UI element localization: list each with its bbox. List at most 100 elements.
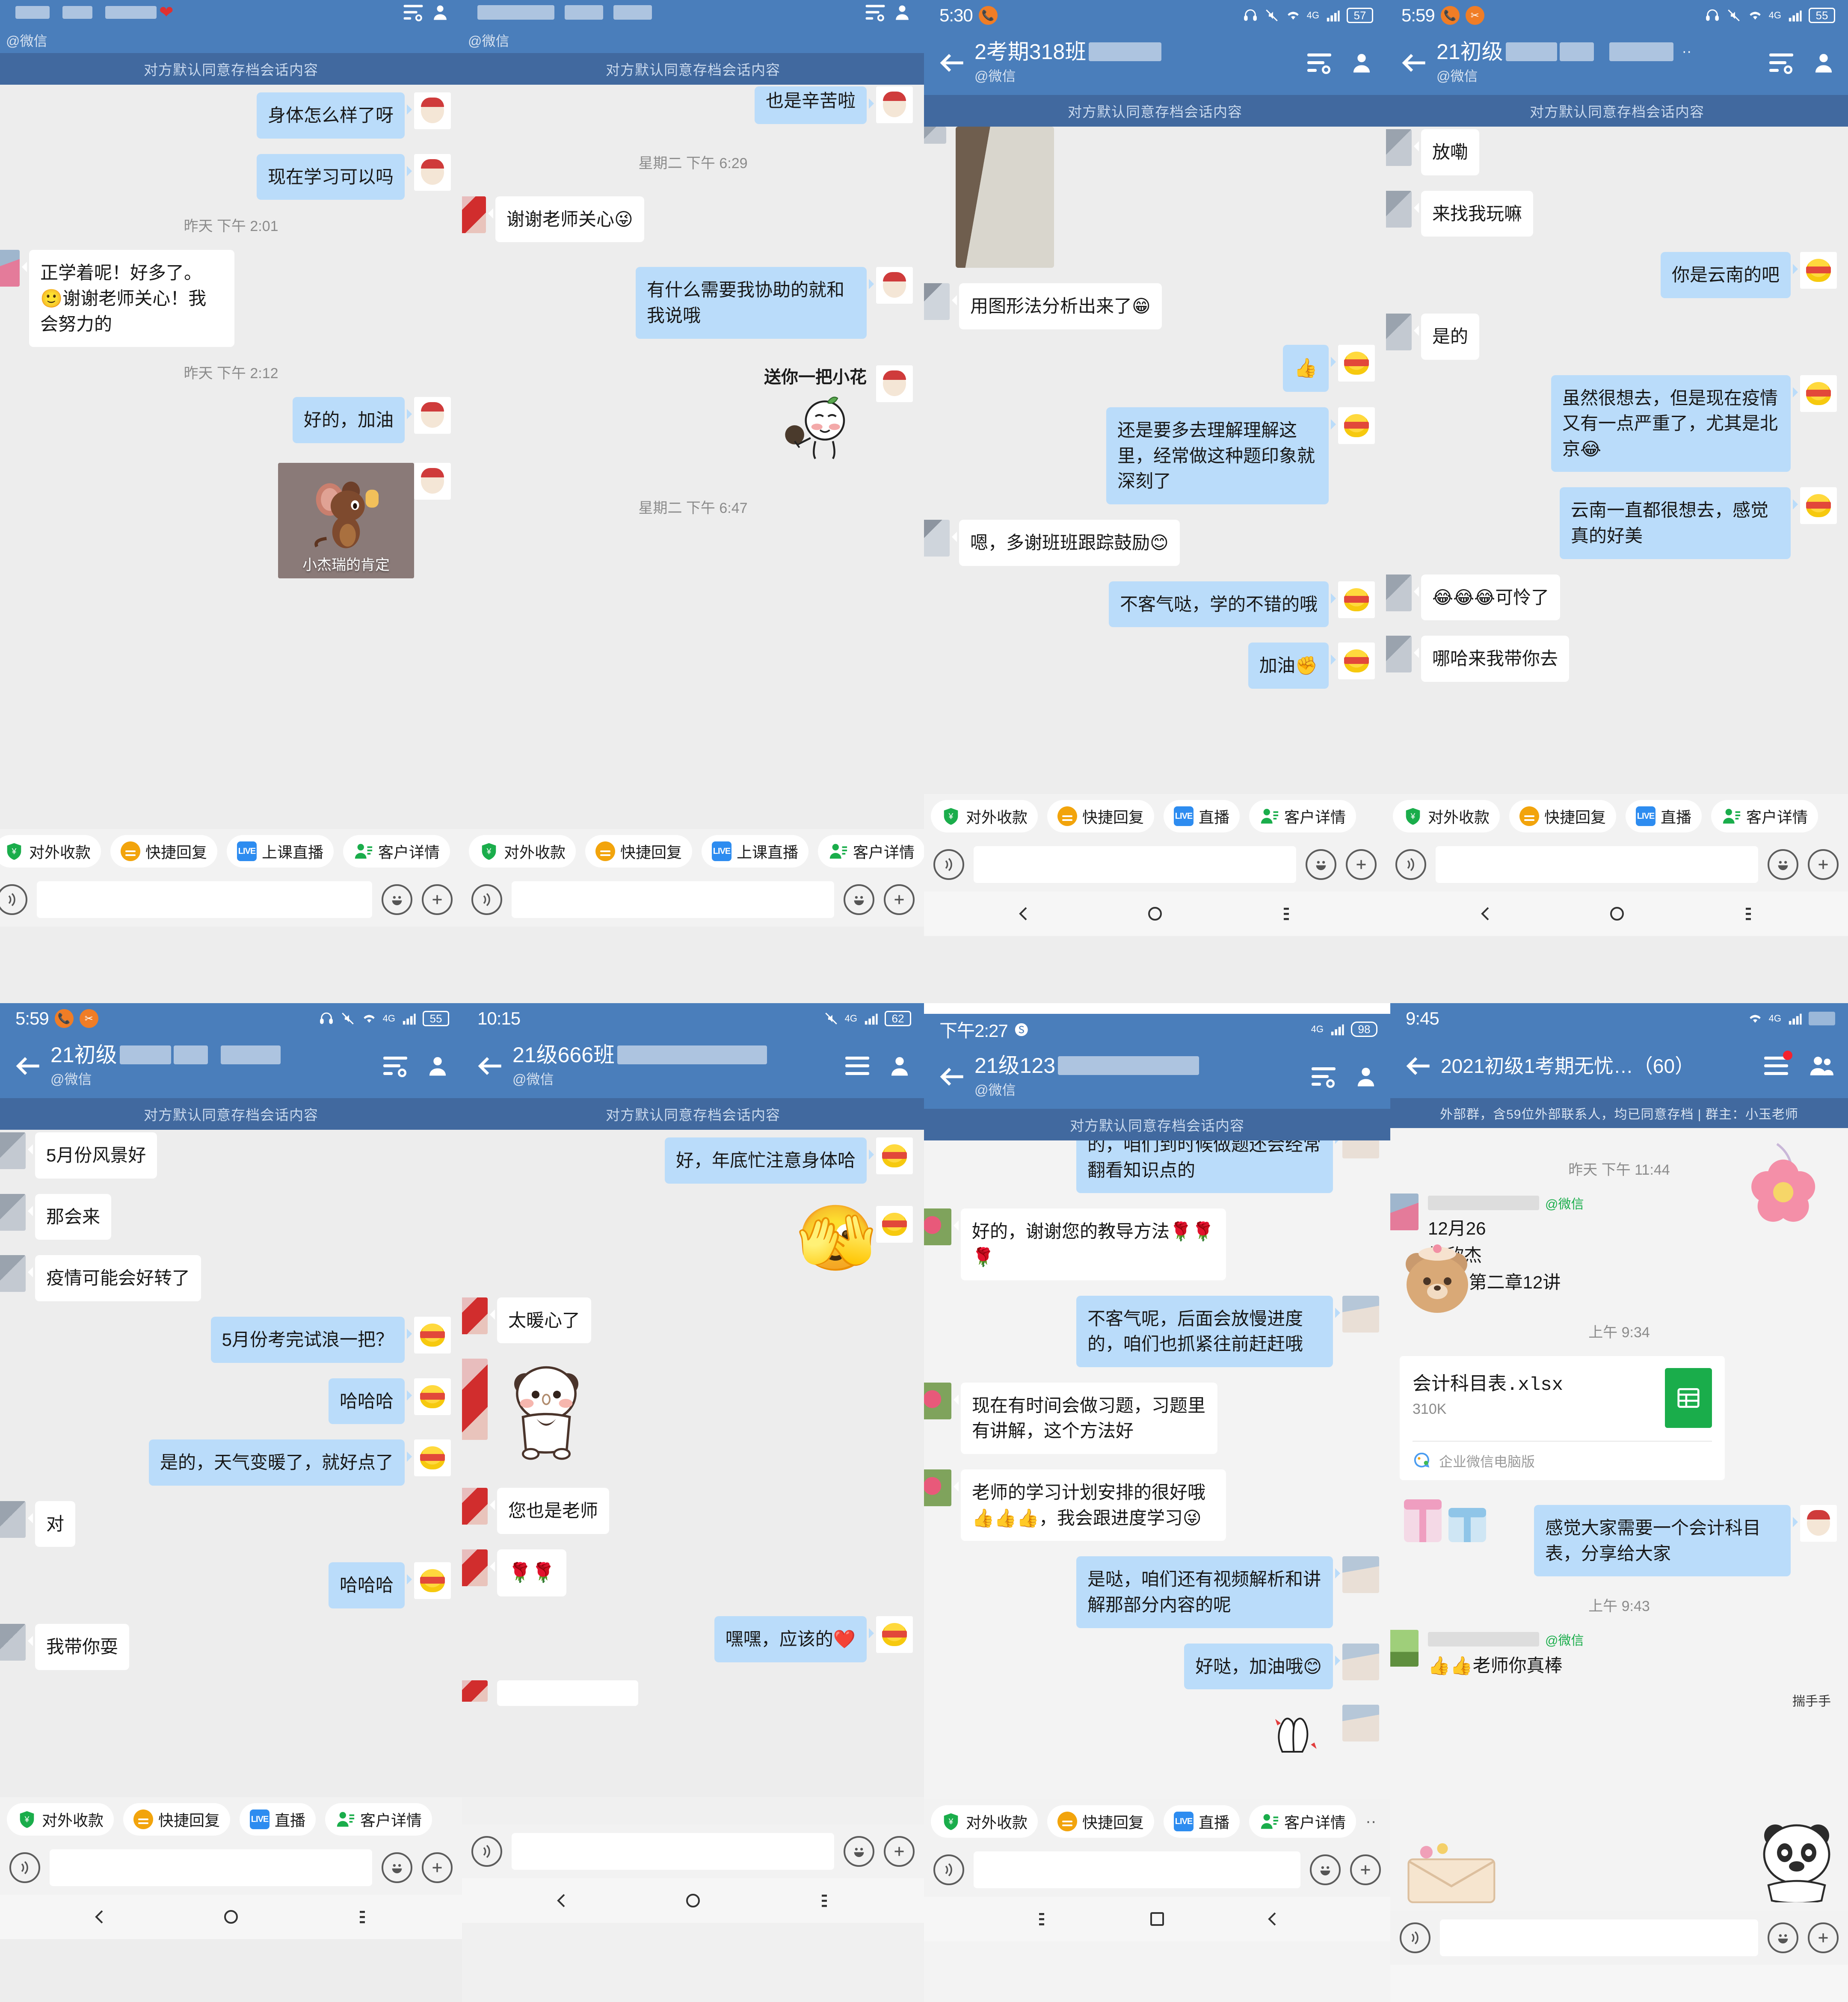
add-icon[interactable] <box>1808 849 1839 880</box>
quick-action-pay[interactable]: ¥ 对外收款 <box>469 835 576 868</box>
message-bubble[interactable]: 🌹🌹 <box>490 1549 566 1596</box>
sticker-message[interactable] <box>1260 1705 1333 1763</box>
chat-messages[interactable]: 用图形法分析出来了😁 👍 还是要多去理解理解这里，经常做这种题印象就深刻了 嗯，… <box>924 127 1386 794</box>
home-nav-icon[interactable] <box>221 1907 241 1927</box>
quick-action-pay[interactable]: ¥ 对外收款 <box>931 800 1038 832</box>
message-bubble[interactable]: 嘿嘿，应该的❤️ <box>714 1616 874 1662</box>
avatar[interactable] <box>1800 252 1837 289</box>
message-bubble[interactable]: 感觉大家需要一个会计科目表，分享给大家 <box>1534 1505 1798 1577</box>
back-icon[interactable] <box>1399 47 1430 79</box>
message-bubble[interactable]: 来找我玩嘛 <box>1413 190 1534 237</box>
chat-messages[interactable]: 5月份风景好 那会来 疫情可能会好转了 5月份考完试浪一把？ 哈哈哈 是的，天气… <box>0 1130 462 1797</box>
quick-action-live[interactable]: LIVE 直播 <box>240 1803 316 1836</box>
back-nav-icon[interactable] <box>1013 903 1034 924</box>
message-input[interactable] <box>512 881 834 918</box>
message-bubble[interactable]: 哪哈来我带你去 <box>1413 636 1570 682</box>
message-bubble[interactable]: 老师的学习计划安排的很好哦👍👍👍，我会跟进度学习😜 <box>954 1469 1226 1541</box>
avatar[interactable] <box>414 397 451 434</box>
message-bubble[interactable]: 好的，加油 <box>292 397 412 443</box>
message-bubble[interactable]: 嗯，多谢班班跟踪鼓励😊 <box>952 519 1180 566</box>
message-bubble[interactable]: 虽然很想去，但是现在疫情又有一点严重了，尤其是北京😂 <box>1551 375 1798 472</box>
message-bubble[interactable]: 好，年底忙注意身体哈 <box>664 1137 874 1184</box>
message-bubble[interactable]: 还是要多去理解理解这里，经常做这种题印象就深刻了 <box>1106 407 1336 504</box>
back-icon[interactable] <box>1403 1050 1435 1082</box>
voice-icon[interactable] <box>0 884 27 915</box>
back-icon[interactable] <box>475 1050 506 1082</box>
back-nav-icon[interactable] <box>551 1890 572 1911</box>
message-bubble[interactable]: 我带你耍 <box>27 1624 130 1670</box>
avatar[interactable] <box>1386 574 1412 611</box>
message-bubble[interactable]: 不客气哒，学的不错的哦 <box>1108 581 1336 628</box>
avatar[interactable] <box>414 1562 451 1599</box>
message-bubble[interactable]: 放嘞 <box>1413 129 1480 175</box>
sticker-message[interactable]: 揣手手 <box>1792 1693 1831 1711</box>
back-icon[interactable] <box>937 1061 968 1093</box>
message-bubble[interactable]: 那会来 <box>27 1194 112 1240</box>
chat-messages[interactable]: 昨天 下午 11:44 @微信 12月26 杨欣杰 实务 第二章12讲 上午 9… <box>1390 1128 1848 1911</box>
home-nav-icon[interactable] <box>1147 1909 1167 1929</box>
avatar[interactable] <box>1800 1505 1837 1542</box>
menu-nav-icon[interactable] <box>1031 1909 1052 1929</box>
message-bubble[interactable]: 您也是老师 <box>489 1487 610 1534</box>
avatar[interactable] <box>1338 581 1375 618</box>
chat-messages[interactable]: 身体怎么样了呀 现在学习可以吗 昨天 下午 2:01 正学着呢！好多了。🙂谢谢老… <box>0 85 462 829</box>
message-input[interactable] <box>974 846 1296 883</box>
avatar[interactable] <box>1800 375 1837 412</box>
message-bubble[interactable]: 现在有时间会做习题，习题里有讲解，这个方法好 <box>954 1382 1217 1454</box>
quick-action-pay[interactable]: ¥ 对外收款 <box>1393 800 1500 832</box>
message-bubble[interactable]: 加油✊ <box>1248 643 1336 689</box>
chat-options-icon[interactable] <box>1307 53 1331 74</box>
avatar[interactable] <box>1342 1643 1379 1680</box>
meme-image[interactable]: 小杰瑞的肯定 <box>278 462 414 578</box>
menu-nav-icon[interactable] <box>814 1890 835 1911</box>
message-bubble[interactable]: 现在学习可以吗 <box>256 154 412 200</box>
contact-icon[interactable] <box>431 3 449 22</box>
avatar[interactable] <box>414 154 451 191</box>
message-image[interactable] <box>956 127 1054 268</box>
avatar[interactable] <box>462 1549 488 1586</box>
add-icon[interactable] <box>884 1836 915 1867</box>
add-icon[interactable] <box>884 884 915 915</box>
message-bubble[interactable]: 哈哈哈 <box>328 1378 412 1424</box>
avatar[interactable] <box>1386 313 1412 350</box>
avatar[interactable] <box>1390 1630 1419 1667</box>
message-bubble[interactable]: 谢谢老师关心😜 <box>488 196 644 243</box>
message-bubble[interactable]: 太暖心了 <box>489 1297 592 1344</box>
emoji-icon[interactable] <box>844 884 874 915</box>
add-icon[interactable] <box>1350 1854 1381 1885</box>
avatar[interactable] <box>1342 1140 1379 1158</box>
avatar[interactable] <box>1342 1556 1379 1593</box>
back-nav-icon[interactable] <box>1262 1909 1283 1929</box>
message-bubble[interactable]: 是的 <box>1413 313 1480 360</box>
voice-icon[interactable] <box>933 849 964 880</box>
message-bubble[interactable]: 用图形法分析出来了😁 <box>952 283 1162 329</box>
quick-action-more[interactable]: ·· <box>1365 1812 1376 1831</box>
add-icon[interactable] <box>1346 849 1377 880</box>
back-icon[interactable] <box>937 47 968 79</box>
avatar[interactable] <box>0 1132 26 1169</box>
message-bubble[interactable]: 👍👍老师你真棒 <box>1428 1651 1584 1677</box>
voice-icon[interactable] <box>471 1836 502 1867</box>
quick-action-quick-reply[interactable]: 快捷回复 <box>1047 800 1155 832</box>
voice-icon[interactable] <box>933 1854 964 1885</box>
avatar[interactable] <box>0 250 20 287</box>
avatar[interactable] <box>414 1378 451 1415</box>
quick-action-customer[interactable]: 客户详情 <box>1711 800 1818 832</box>
quick-action-quick-reply[interactable]: 快捷回复 <box>585 835 693 868</box>
quick-action-live[interactable]: LIVE 直播 <box>1626 800 1702 832</box>
avatar[interactable] <box>414 462 451 500</box>
home-nav-icon[interactable] <box>1145 903 1165 924</box>
chat-messages[interactable]: 放嘞 来找我玩嘛 你是云南的吧 是的 虽然很想去，但是现在疫情又有一点严重了，尤… <box>1386 127 1848 794</box>
avatar[interactable] <box>876 86 913 123</box>
emoji-icon[interactable] <box>1310 1854 1341 1885</box>
quick-action-customer[interactable]: 客户详情 <box>818 835 924 868</box>
message-bubble[interactable]: 有什么需要我协助的就和我说哦 <box>636 267 874 339</box>
avatar[interactable] <box>924 283 950 320</box>
quick-action-pay[interactable]: ¥ 对外收款 <box>0 835 101 868</box>
message-bubble[interactable]: 😂😂😂可怜了 <box>1413 574 1561 621</box>
emoji-icon[interactable] <box>1768 849 1798 880</box>
avatar[interactable] <box>876 267 913 304</box>
voice-icon[interactable] <box>1400 1922 1430 1953</box>
contact-icon[interactable] <box>888 1054 911 1078</box>
quick-action-live[interactable]: LIVE 直播 <box>1164 800 1240 832</box>
